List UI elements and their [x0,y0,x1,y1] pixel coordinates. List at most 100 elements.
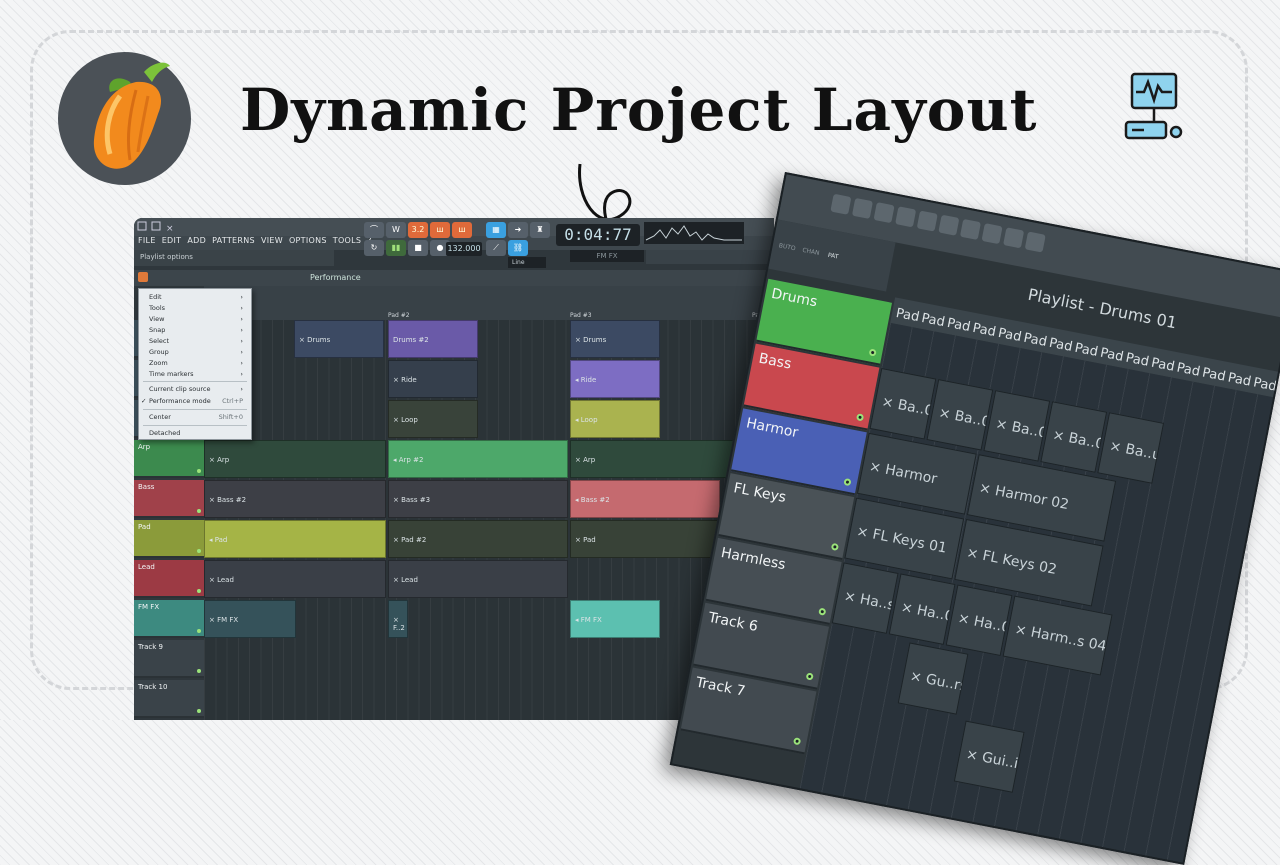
pattern-clip[interactable]: Drums #2 [388,320,478,358]
arrow-right-icon[interactable]: ➜ [508,222,528,238]
pattern-clip[interactable]: × Arp [204,440,386,478]
pattern-clip[interactable]: × Drums [570,320,660,358]
pattern-clip[interactable]: × Lead [204,560,386,598]
track-active-icon[interactable] [197,589,201,593]
pattern-clip[interactable]: × Ha..02 [888,573,956,645]
track-header[interactable]: Bass [134,480,204,518]
pattern-clip[interactable]: × Bass #2 [204,480,386,518]
toolbar-tool-icon[interactable] [873,202,895,224]
pattern-clip[interactable]: × Ba..04 [1040,401,1108,473]
toolbar-tool-icon[interactable] [938,214,960,236]
pattern-clip[interactable]: × Drums [294,320,384,358]
menu-item-select[interactable]: Select › [149,337,245,345]
menu-edit[interactable]: EDIT [162,236,182,245]
pattern-clip[interactable]: × Pad #2 [388,520,568,558]
wait-button[interactable]: W [386,222,406,238]
timeline-ruler[interactable]: Pad #2Pad #3Pad # [204,286,774,320]
menu-item-zoom[interactable]: Zoom › [149,359,245,367]
pattern-clip[interactable]: × Ba..us [1097,412,1165,484]
step-edit-button[interactable]: ш [430,222,450,238]
pattern-clip[interactable]: × Lead [388,560,568,598]
track-header[interactable]: Track 9 [134,640,204,678]
line-mode-select[interactable]: Line [508,257,546,268]
toolbar-tool-icon[interactable] [916,210,938,232]
draw-icon[interactable]: ⟋ [486,240,506,256]
tab-chan[interactable]: CHAN [802,247,820,257]
playlist-grid[interactable]: × Drums Drums #2 × Drums × Ride ◂ Ride × Loop… [204,320,774,720]
toolbar-tool-icon[interactable] [1024,231,1046,253]
toolbar-tool-icon[interactable] [895,206,917,228]
pattern-clip[interactable]: × Ba..01 [869,367,937,440]
pattern-clip[interactable]: × Ha..ss [831,562,899,634]
tab-buto[interactable]: BUTO [778,242,796,252]
menu-item-view[interactable]: View › [149,315,245,323]
track-header[interactable]: Arp [134,440,204,478]
track-header[interactable]: Lead [134,560,204,598]
track-active-icon[interactable] [197,509,201,513]
menu-view[interactable]: VIEW [261,236,283,245]
pattern-clip[interactable]: × Ba..03 [983,390,1051,462]
track-active-icon[interactable] [830,542,839,552]
pattern-clip[interactable]: × FM FX [204,600,296,638]
pattern-clip[interactable]: × Harm..s 04 [1002,595,1113,676]
stop-button[interactable]: ■ [408,240,428,256]
track-active-icon[interactable] [855,413,865,422]
track-active-icon[interactable] [197,669,201,673]
playlist-options-button[interactable] [138,272,148,282]
metronome-button[interactable]: ⌒ [364,222,384,238]
track-active-icon[interactable] [868,348,877,357]
pattern-clip[interactable]: × F..2 [388,600,408,638]
track-header[interactable]: FM FX [134,600,204,638]
menu-item-edit[interactable]: Edit › [149,293,245,301]
pattern-clip[interactable]: ◂ Loop [570,400,660,438]
menu-patterns[interactable]: PATTERNS [212,236,255,245]
menu-item-center[interactable]: Center Shift+0 [149,413,245,421]
track-active-icon[interactable] [818,607,827,616]
play-button[interactable]: ▮▮ [386,240,406,256]
track-header[interactable]: Track 10 [134,680,204,718]
pattern-clip[interactable]: ◂ FM FX [570,600,660,638]
loop-record-button[interactable]: ш [452,222,472,238]
snap-icon[interactable]: ▦ [486,222,506,238]
menu-item-detached[interactable]: Detached [149,429,245,437]
track-active-icon[interactable] [197,629,201,633]
menu-item-tools[interactable]: Tools › [149,304,245,312]
tab-pat[interactable]: PAT [827,252,839,261]
pattern-clip[interactable]: × Ha..03 [945,584,1013,657]
menu-item-performance-mode[interactable]: ✓ Performance mode Ctrl+P [141,397,245,405]
link-icon[interactable]: ⛓ [508,240,528,256]
track-active-icon[interactable] [792,737,802,746]
track-active-icon[interactable] [805,672,814,681]
menu-item-time-markers[interactable]: Time markers › [149,370,245,378]
toolbar-tool-icon[interactable] [851,197,874,220]
channel-select[interactable]: FM FX [570,250,644,262]
menu-item-current-clip-source[interactable]: Current clip source › [149,385,245,393]
toolbar-tool-icon[interactable] [981,223,1003,245]
tempo-icon[interactable]: ♜ [530,222,550,238]
pattern-clip[interactable]: ◂ Pad [204,520,386,558]
menu-file[interactable]: FILE [138,236,156,245]
menu-add[interactable]: ADD [187,236,206,245]
track-header[interactable]: Pad [134,520,204,558]
pattern-clip[interactable]: × Loop [388,400,478,438]
pattern-clip[interactable]: × Bass #3 [388,480,568,518]
pattern-clip[interactable]: ◂ Bass #2 [570,480,720,518]
toolbar-tool-icon[interactable] [830,193,852,215]
menu-item-snap[interactable]: Snap › [149,326,245,334]
track-active-icon[interactable] [197,549,201,553]
menu-tools[interactable]: TOOLS [333,236,362,245]
toolbar-tool-icon[interactable] [1003,227,1025,249]
pattern-clip[interactable]: × Gui..iff [953,720,1025,793]
pattern-clip[interactable]: × Ride [388,360,478,398]
menu-item-group[interactable]: Group › [149,348,245,356]
track-active-icon[interactable] [197,469,201,473]
pattern-clip[interactable]: ◂ Arp #2 [388,440,568,478]
tempo-display[interactable]: 132.000 [446,242,482,256]
track-active-icon[interactable] [197,709,201,713]
pattern-clip[interactable]: × Ba..02 [926,379,994,451]
menu-options[interactable]: OPTIONS [289,236,327,245]
toolbar-tool-icon[interactable] [959,218,981,240]
loop-icon[interactable]: ↻ [364,240,384,256]
pattern-clip[interactable]: × Gu..rs [897,642,969,715]
track-active-icon[interactable] [843,478,852,487]
